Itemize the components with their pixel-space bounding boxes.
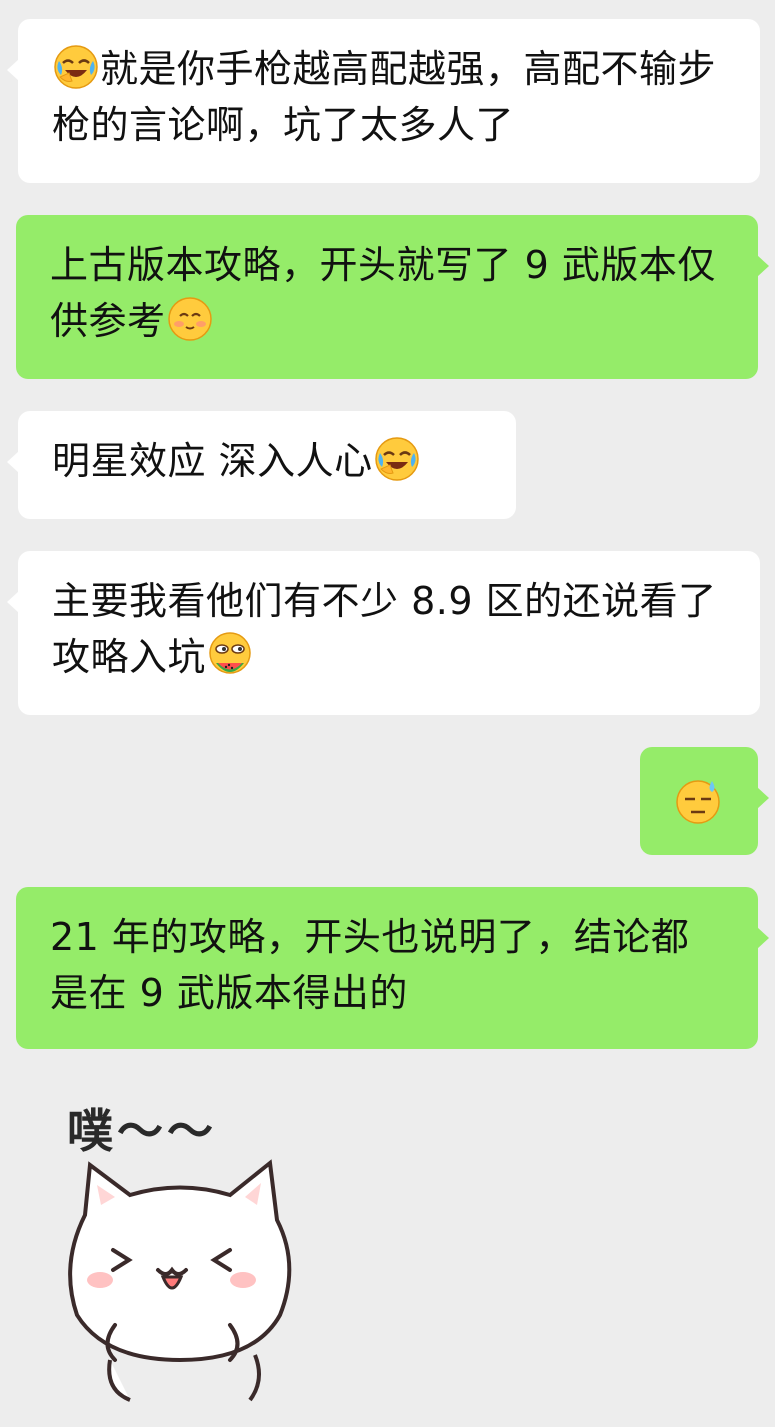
message-text: 上古版本攻略，开头就写了 9 武版本仅供参考 — [50, 243, 716, 343]
message-text: 明星效应 深入人心 — [52, 439, 373, 483]
message-text: 21 年的攻略，开头也说明了，结论都是在 9 武版本得出的 — [50, 915, 690, 1015]
message-bubble-incoming[interactable]: 就是你手枪越高配越强，高配不输步枪的言论啊，坑了太多人了 — [7, 19, 760, 183]
message-text: 就是你手枪越高配越强，高配不输步枪的言论啊，坑了太多人了 — [52, 47, 717, 147]
eating-watermelon-emoji-icon — [206, 631, 254, 679]
message-bubble-incoming[interactable]: 明星效应 深入人心 — [7, 411, 516, 519]
sweat-emoji-icon — [674, 777, 722, 825]
chat-area: 就是你手枪越高配越强，高配不输步枪的言论啊，坑了太多人了 上古版本攻略，开头就写… — [0, 0, 775, 1427]
cat-sticker[interactable]: 噗～～ — [55, 1085, 315, 1405]
message-bubble-incoming[interactable]: 主要我看他们有不少 8.9 区的还说看了攻略入坑 — [7, 551, 760, 715]
message-bubble-outgoing[interactable]: 21 年的攻略，开头也说明了，结论都是在 9 武版本得出的 — [16, 887, 769, 1049]
sticker-caption: 噗～～ — [67, 1104, 217, 1158]
message-bubble-outgoing[interactable] — [640, 747, 769, 855]
blushing-smile-emoji-icon — [166, 295, 214, 343]
laughing-crying-emoji-icon — [52, 43, 100, 91]
message-bubble-outgoing[interactable]: 上古版本攻略，开头就写了 9 武版本仅供参考 — [16, 215, 769, 379]
message-text: 主要我看他们有不少 8.9 区的还说看了攻略入坑 — [52, 579, 717, 679]
white-cat-sticker-icon — [68, 1159, 292, 1402]
laughing-crying-emoji-icon — [373, 435, 421, 483]
